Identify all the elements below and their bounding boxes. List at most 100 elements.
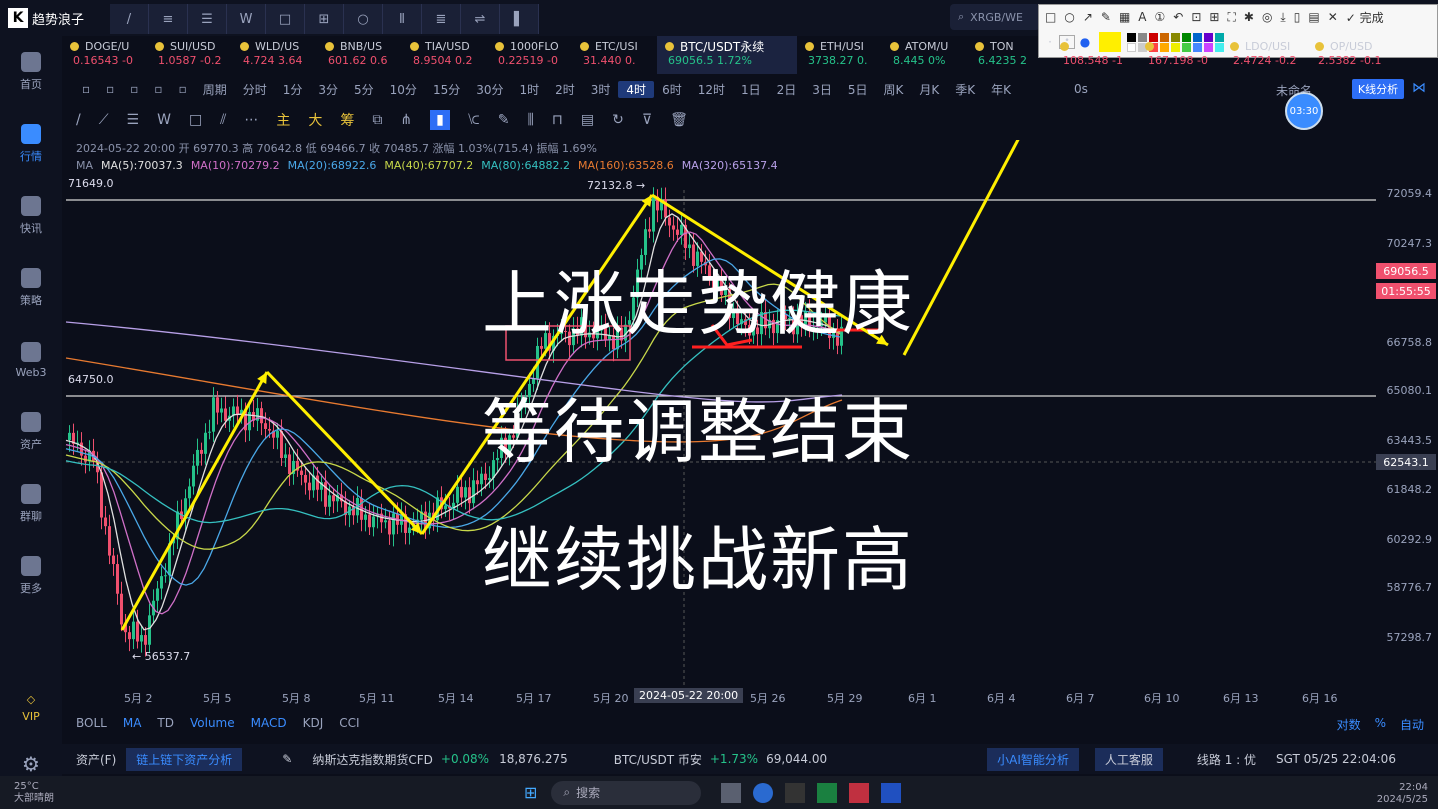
period-option[interactable]: 月K	[911, 81, 947, 98]
clock-icon[interactable]: ▫	[98, 82, 122, 96]
period-option[interactable]: 年K	[983, 81, 1019, 98]
sidebar-item-news[interactable]: 快讯	[0, 180, 62, 252]
period-option[interactable]: 3分	[310, 81, 346, 98]
edge-icon[interactable]	[753, 782, 774, 803]
ticker-item[interactable]: 1000FLO 0.22519 -0	[487, 36, 572, 74]
period-option[interactable]: 2日	[769, 81, 805, 98]
gann-tool-icon[interactable]: ⇌	[461, 4, 500, 34]
compare-icon[interactable]: ⫼	[527, 112, 533, 128]
taskbar-search[interactable]: ⌕ 搜索	[551, 780, 702, 805]
refresh-icon[interactable]: ↻	[612, 112, 624, 128]
period-option[interactable]: 5分	[346, 81, 382, 98]
hline-tool-icon[interactable]: ☰	[127, 112, 140, 128]
ticker-item[interactable]: WLD/US 4.724 3.64	[232, 36, 317, 74]
ticker-item[interactable]: ATOM/U 8.445 0%	[882, 36, 967, 74]
indicator-tab[interactable]: MACD	[251, 716, 287, 736]
large-order-button[interactable]: 大	[308, 110, 322, 130]
period-option[interactable]: 1日	[733, 81, 769, 98]
kline-analysis-button[interactable]: K线分析	[1352, 79, 1404, 99]
number-annot-icon[interactable]: ①	[1155, 10, 1166, 24]
ticker-item[interactable]: ETH/USI 3738.27 0.	[797, 36, 882, 74]
sidebar-item-strategy[interactable]: 策略	[0, 252, 62, 324]
pin-icon[interactable]: ⊡	[1191, 10, 1201, 24]
sidebar-item-more[interactable]: 更多	[0, 540, 62, 612]
support-button[interactable]: 人工客服	[1094, 747, 1163, 771]
ticker-item[interactable]: OP/USD 2.5382 -0.1	[1307, 36, 1392, 74]
excel-icon[interactable]	[817, 782, 838, 803]
period-option[interactable]: 1分	[275, 81, 311, 98]
done-button[interactable]: ✓ 完成	[1346, 9, 1384, 26]
sidebar-item-market[interactable]: 行情	[0, 108, 62, 180]
date-axis[interactable]: 5月 2 5月 5 5月 8 5月 11 5月 14 5月 17 5月 20 5月 26 5月 …	[62, 688, 1376, 706]
download-icon[interactable]: ⤓	[1280, 10, 1285, 25]
channel-tool-icon[interactable]: ≣	[422, 4, 461, 34]
period-option[interactable]: 周K	[876, 81, 912, 98]
ticker-item[interactable]: 108.548 -1	[1052, 36, 1137, 74]
rect-annot-icon[interactable]: □	[1045, 10, 1056, 24]
scale-option[interactable]: %	[1375, 716, 1386, 733]
grid-icon[interactable]: ▫	[74, 82, 98, 96]
app-icon[interactable]	[721, 782, 742, 803]
period-option[interactable]: 30分	[468, 81, 511, 98]
share-icon[interactable]: ⋈	[1412, 80, 1426, 96]
chip-dist-button[interactable]: 筹	[340, 110, 354, 130]
period-option[interactable]: 4时	[618, 80, 655, 98]
magnet-icon[interactable]: ⋔	[400, 112, 412, 128]
sidebar-item-home[interactable]: 首页	[0, 36, 62, 108]
windows-start-icon[interactable]: ⊞	[524, 783, 537, 802]
assets-label[interactable]: 资产(F)	[76, 751, 116, 768]
record-icon[interactable]: ◎	[1262, 10, 1272, 24]
period-option[interactable]: 3日	[804, 81, 840, 98]
arrow-annot-icon[interactable]: ↗	[1083, 10, 1093, 24]
search-input[interactable]: XRGB/WE	[970, 11, 1023, 24]
scale-option[interactable]: 对数	[1337, 716, 1361, 733]
trash-icon[interactable]: 🗑	[670, 112, 688, 128]
vip-button[interactable]: ◇ VIP	[0, 672, 62, 744]
recording-timer[interactable]: 03:30	[1285, 92, 1323, 130]
filter-icon[interactable]: ⊽	[642, 112, 652, 128]
period-option[interactable]: 15分	[425, 81, 468, 98]
period-option[interactable]: 1时	[512, 81, 548, 98]
edit-icon[interactable]: ✎	[282, 752, 292, 766]
ticker-item[interactable]: BNB/US 601.62 0.6	[317, 36, 402, 74]
rect-tool-icon[interactable]: □	[189, 112, 202, 128]
copy-icon[interactable]: ▯	[1294, 10, 1301, 24]
trading-app-icon[interactable]	[881, 782, 902, 803]
indicator-tab[interactable]: Volume	[190, 716, 235, 736]
period-option[interactable]: 分时	[235, 81, 275, 98]
ticker-item[interactable]: ETC/USI 31.440 0.	[572, 36, 657, 74]
indicator-tab[interactable]: KDJ	[303, 716, 324, 736]
indicator-tab[interactable]: BOLL	[76, 716, 107, 736]
save-icon[interactable]: ▤	[1308, 10, 1319, 24]
more-tools-icon[interactable]: ⋯	[244, 112, 258, 128]
network-line[interactable]: 线路 1 : 优	[1197, 751, 1256, 768]
ai-analysis-button[interactable]: 小AI智能分析	[987, 747, 1079, 771]
price-axis[interactable]: 72059.4 70247.3 66758.8 65080.1 63443.5 61848…	[1376, 170, 1438, 690]
text-annot-icon[interactable]: A	[1138, 10, 1146, 24]
period-option[interactable]: 10分	[382, 81, 425, 98]
rect-tool-icon[interactable]: □	[266, 4, 305, 34]
weather-widget[interactable]: 25°C 大部晴朗	[14, 781, 54, 805]
ticker-item[interactable]: LDO/USI 2.4724 -0.2	[1222, 36, 1307, 74]
brush-icon[interactable]: ✎	[498, 112, 510, 128]
indicator-tab[interactable]: CCI	[339, 716, 359, 736]
line-tool-icon[interactable]: /	[76, 112, 81, 128]
period-option[interactable]: 3时	[583, 81, 619, 98]
mosaic-annot-icon[interactable]: ▦	[1119, 10, 1130, 24]
ray-tool-icon[interactable]: ≡	[149, 4, 188, 34]
ruler-icon[interactable]: ⟈	[468, 112, 480, 128]
close-icon[interactable]: ✕	[1328, 10, 1338, 24]
scale-option[interactable]: 自动	[1400, 716, 1424, 733]
app-icon[interactable]	[849, 782, 870, 803]
main-chart-button[interactable]: 主	[276, 110, 290, 130]
ticker-item[interactable]: BTC/USDT永续 69056.5 1.72%	[657, 36, 797, 74]
undo-icon[interactable]: ↶	[1173, 10, 1183, 24]
circle-annot-icon[interactable]: ○	[1064, 10, 1074, 24]
ticker-item[interactable]: TON 6.4235 2	[967, 36, 1052, 74]
indicator-tab[interactable]: MA	[123, 716, 142, 736]
note-icon[interactable]: ▤	[581, 112, 594, 128]
ticker-item[interactable]: SUI/USD 1.0587 -0.2	[147, 36, 232, 74]
back-icon[interactable]: ▫	[171, 82, 195, 96]
sidebar-item-assets[interactable]: 资产	[0, 396, 62, 468]
ticker-item[interactable]: DOGE/U 0.16543 -0	[62, 36, 147, 74]
